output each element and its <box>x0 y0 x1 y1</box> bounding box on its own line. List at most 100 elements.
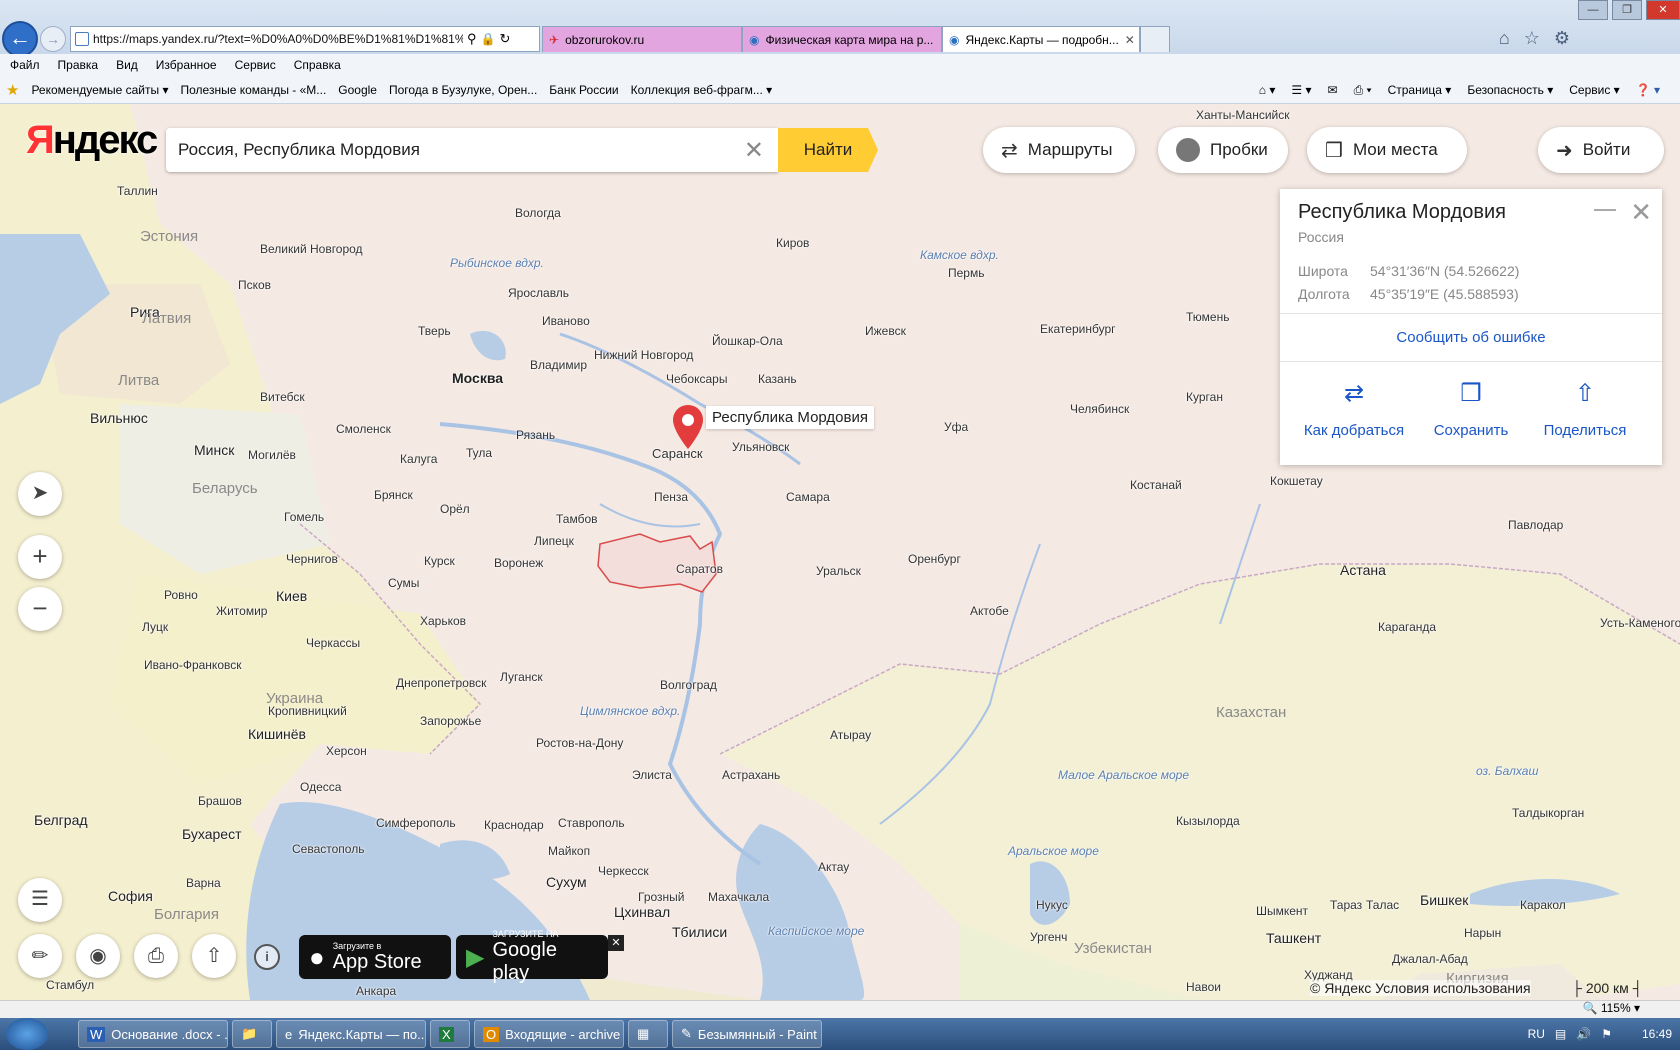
favorites-star-icon[interactable]: ★ <box>6 81 19 99</box>
map-label-novgorod: Великий Новгород <box>260 242 363 256</box>
zoom-in-button[interactable]: + <box>18 535 62 579</box>
cmd-security[interactable]: Безопасность ▾ <box>1467 83 1553 97</box>
map-label-uralsk: Уральск <box>816 564 861 578</box>
cmd-tools[interactable]: Сервис ▾ <box>1569 83 1619 97</box>
taskbar-label: Яндекс.Карты — по... <box>298 1026 426 1042</box>
menu-favorites[interactable]: Избранное <box>156 58 217 72</box>
tab-obzorurokov[interactable]: ✈ obzorurokov.ru <box>542 26 742 52</box>
refresh-icon[interactable]: ↻ <box>499 31 510 47</box>
location-marker[interactable] <box>673 405 703 452</box>
card-close-icon[interactable]: ✕ <box>1630 197 1652 228</box>
language-indicator[interactable]: RU <box>1528 1027 1545 1041</box>
map-label-kazakhstan: Казахстан <box>1216 704 1287 721</box>
share-action[interactable]: ⇧ Поделиться <box>1525 379 1645 439</box>
copyright-text[interactable]: © Яндекс Условия использования <box>1310 980 1531 996</box>
help-icon[interactable]: ❓ ▾ <box>1636 83 1660 97</box>
network-icon[interactable]: ▤ <box>1555 1027 1566 1041</box>
map-label-lipetsk: Липецк <box>534 534 574 548</box>
menu-edit[interactable]: Правка <box>58 58 99 72</box>
fav-commands[interactable]: Полезные команды - «М... <box>181 83 327 97</box>
taskbar-excel[interactable]: X <box>430 1020 470 1048</box>
map-label-penza: Пенза <box>654 490 689 504</box>
map-label-talas: Талас <box>1366 898 1400 912</box>
menu-file[interactable]: Файл <box>10 58 40 72</box>
app-store-badge[interactable]: ● Загрузите в App Store <box>299 935 451 979</box>
start-button[interactable] <box>6 1018 48 1050</box>
home-cmd-icon[interactable]: ⌂ ▾ <box>1259 83 1276 97</box>
find-button[interactable]: Найти <box>778 128 878 172</box>
print-map-button[interactable]: ⎙ <box>134 934 178 978</box>
flag-icon[interactable]: ⚑ <box>1601 1027 1612 1041</box>
zoom-level[interactable]: 🔍 115% ▾ <box>1583 1001 1640 1015</box>
restore-button[interactable]: ❐ <box>1612 0 1642 20</box>
taskbar-app[interactable]: ▦ <box>628 1020 668 1048</box>
map-label-vilnius: Вильнюс <box>90 410 148 426</box>
clear-icon[interactable]: ✕ <box>744 136 764 165</box>
home-icon[interactable]: ⌂ <box>1499 28 1510 49</box>
taskbar-paint[interactable]: ✎ Безымянный - Paint <box>672 1020 822 1048</box>
panorama-button[interactable]: ◉ <box>76 934 120 978</box>
close-badges-icon[interactable]: ✕ <box>608 935 624 951</box>
map-label-zaporozhye: Запорожье <box>420 714 482 728</box>
directions-action[interactable]: ⇄ Как добраться <box>1294 379 1414 439</box>
taskbar-ie[interactable]: e Яндекс.Карты — по... <box>276 1020 426 1048</box>
card-minimize-icon[interactable] <box>1594 209 1616 211</box>
print-icon[interactable]: ⎙ ▾ <box>1354 83 1372 98</box>
login-button[interactable]: ➜ Войти <box>1538 127 1664 173</box>
back-button[interactable]: ← <box>2 21 38 57</box>
map-label-stavropol: Ставрополь <box>558 816 625 830</box>
close-window-button[interactable]: ✕ <box>1646 0 1680 20</box>
routes-button[interactable]: ⇄ Маршруты <box>983 127 1135 173</box>
share-icon: ⇧ <box>1574 380 1596 407</box>
tab-close-icon[interactable]: ✕ <box>1125 33 1135 47</box>
url-text[interactable]: https://maps.yandex.ru/?text=%D0%A0%D0%B… <box>93 32 463 46</box>
map-label-rybinsk: Рыбинское вдхр. <box>450 256 544 270</box>
fav-weather[interactable]: Погода в Бузулуке, Орен... <box>389 83 537 97</box>
address-bar[interactable]: https://maps.yandex.ru/?text=%D0%A0%D0%B… <box>70 26 540 52</box>
tab-yandex-maps[interactable]: ◉ Яндекс.Карты — подробн... ✕ <box>942 26 1140 52</box>
fav-webslices[interactable]: Коллекция веб-фрагм... ▾ <box>631 83 773 97</box>
my-places-button[interactable]: ❒ Мои места <box>1307 127 1467 173</box>
cmd-page[interactable]: Страница ▾ <box>1388 83 1452 97</box>
report-error-link[interactable]: Сообщить об ошибке <box>1280 329 1662 346</box>
share-map-button[interactable]: ⇧ <box>192 934 236 978</box>
volume-icon[interactable]: 🔊 <box>1576 1027 1591 1041</box>
map-label-jalal-abad: Джалал-Абад <box>1392 952 1468 966</box>
search-icon[interactable]: ⚲ <box>467 31 477 47</box>
favorites-star-icon[interactable]: ☆ <box>1524 28 1540 49</box>
locate-button[interactable]: ➤ <box>18 472 62 516</box>
map-label-sumy: Сумы <box>388 576 420 590</box>
menu-tools[interactable]: Сервис <box>235 58 276 72</box>
taskbar-word[interactable]: W Основание .docx - ... <box>78 1020 228 1048</box>
forward-button[interactable]: → <box>40 26 66 52</box>
ruler-button[interactable]: ✏ <box>18 934 62 978</box>
google-play-badge[interactable]: ▶ ЗАГРУЗИТЕ НА Google play <box>456 929 608 984</box>
settings-gear-icon[interactable]: ⚙ <box>1554 28 1570 49</box>
tab-physical-map[interactable]: ◉ Физическая карта мира на р... <box>742 26 942 52</box>
menu-help[interactable]: Справка <box>294 58 341 72</box>
search-input[interactable]: Россия, Республика Мордовия ✕ <box>166 128 778 172</box>
taskbar-outlook[interactable]: O Входящие - archive ... <box>474 1020 624 1048</box>
lock-icon[interactable]: 🔒 <box>481 32 496 46</box>
minimize-button[interactable]: — <box>1578 0 1608 20</box>
search-value[interactable]: Россия, Республика Мордовия <box>178 140 420 160</box>
fav-google[interactable]: Google <box>338 83 377 97</box>
taskbar-explorer[interactable]: 📁 <box>232 1020 272 1048</box>
yandex-logo[interactable]: Яндекс <box>26 118 158 163</box>
traffic-button[interactable]: Пробки <box>1158 127 1288 173</box>
marker-label[interactable]: Республика Мордовия <box>706 406 874 429</box>
info-icon[interactable]: i <box>254 944 280 970</box>
clock[interactable]: 16:49 <box>1642 1027 1672 1041</box>
feeds-icon[interactable]: ☰ ▾ <box>1291 83 1311 97</box>
zoom-out-button[interactable]: − <box>18 587 62 631</box>
layers-button[interactable]: ☰ <box>18 878 62 922</box>
fav-recommended[interactable]: Рекомендуемые сайты ▾ <box>31 83 168 97</box>
map-label-belgrade: Белград <box>34 812 88 828</box>
map-label-vologda: Вологда <box>515 206 561 220</box>
menu-view[interactable]: Вид <box>116 58 138 72</box>
save-action[interactable]: ❒ Сохранить <box>1411 379 1531 439</box>
mail-icon[interactable]: ✉ <box>1328 83 1338 97</box>
map-label-tskhinval: Цхинвал <box>614 904 671 920</box>
fav-bank[interactable]: Банк России <box>549 83 618 97</box>
new-tab-button[interactable] <box>1140 26 1170 52</box>
